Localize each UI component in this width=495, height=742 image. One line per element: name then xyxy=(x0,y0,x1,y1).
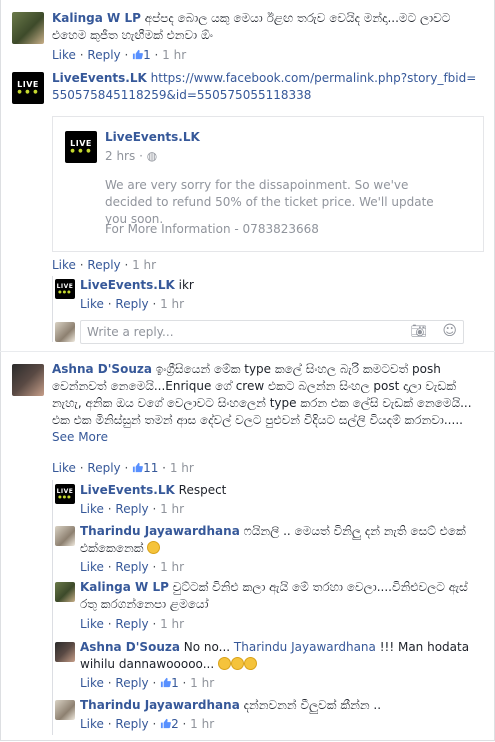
like-link[interactable]: Like xyxy=(80,617,104,631)
reply-link[interactable]: Reply xyxy=(115,560,148,574)
reply-text: ikr xyxy=(178,278,194,292)
reply-link[interactable]: Reply xyxy=(115,297,148,311)
avatar[interactable] xyxy=(12,364,44,396)
author-name[interactable]: LiveEvents.LK xyxy=(80,483,175,497)
comment-actions: Like · Reply · 1 · 1 hr xyxy=(52,48,187,62)
smile-emoji-icon xyxy=(147,541,161,554)
thread-line xyxy=(52,276,53,342)
post-info: For More Information - 0783823668 xyxy=(105,222,319,236)
mention-link[interactable]: Tharindu Jayawardhana xyxy=(234,640,376,654)
reply: Kalinga W LP චුට්ටක් විනිළු කලා ඇයි මේ ත… xyxy=(80,579,470,613)
author-name[interactable]: Tharindu Jayawardhana xyxy=(80,698,240,712)
timestamp[interactable]: 1 hr xyxy=(162,48,186,62)
reply-text: Respect xyxy=(178,483,227,497)
post-text: We are very sorry for the dissapoinment.… xyxy=(105,178,434,226)
thumbs-up-icon xyxy=(160,718,172,729)
reply-link[interactable]: Reply xyxy=(87,48,120,62)
thumbs-up-icon xyxy=(160,677,172,688)
like-link[interactable]: Like xyxy=(80,717,104,731)
laughing-emoji-icon xyxy=(243,657,257,670)
comment: LiveEvents.LK https://www.facebook.com/p… xyxy=(52,70,482,104)
laughing-emoji-icon xyxy=(217,657,231,670)
timestamp[interactable]: 1 hr xyxy=(160,502,184,516)
reply: LiveEvents.LK Respect xyxy=(80,482,226,499)
thread-line xyxy=(52,480,53,735)
like-link[interactable]: Like xyxy=(52,48,76,62)
author-name[interactable]: Tharindu Jayawardhana xyxy=(80,524,240,538)
like-link[interactable]: Like xyxy=(52,258,76,272)
see-more-link[interactable]: See More xyxy=(52,430,108,444)
thumbs-up-icon xyxy=(132,49,144,60)
author-name[interactable]: Kalinga W LP xyxy=(80,580,169,594)
timestamp[interactable]: 2 hrs · ◍ xyxy=(105,149,157,163)
author-name[interactable]: LiveEvents.LK xyxy=(52,71,147,85)
timestamp[interactable]: 1 hr xyxy=(170,461,194,475)
reply-actions: Like · Reply · 1 hr xyxy=(80,560,185,574)
reply-actions: Like · Reply · 1 · 1 hr xyxy=(80,676,215,690)
avatar[interactable] xyxy=(12,12,44,44)
like-count[interactable]: 2 xyxy=(160,717,179,731)
avatar[interactable] xyxy=(55,526,75,546)
author-name[interactable]: Kalinga W LP xyxy=(52,11,141,25)
shared-post-preview[interactable]: LIVE ● ● ● LiveEvents.LK 2 hrs · ◍ We are… xyxy=(52,116,484,252)
like-link[interactable]: Like xyxy=(80,502,104,516)
like-link[interactable]: Like xyxy=(80,676,104,690)
emoji-icon[interactable]: ☺ xyxy=(442,323,457,339)
author-name[interactable]: Ashna D'Souza xyxy=(52,362,152,376)
reply-actions: Like · Reply · 1 hr xyxy=(80,297,185,311)
reply-link[interactable]: Reply xyxy=(87,461,120,475)
like-count[interactable]: 1 xyxy=(160,676,179,690)
reply-link[interactable]: Reply xyxy=(115,502,148,516)
author-name[interactable]: LiveEvents.LK xyxy=(80,278,175,292)
like-count[interactable]: 11 xyxy=(132,461,158,475)
avatar: LIVE ● ● ● xyxy=(65,131,97,163)
my-avatar xyxy=(55,322,75,342)
timestamp[interactable]: 1 hr xyxy=(190,676,214,690)
divider xyxy=(0,351,495,352)
reply-input[interactable]: Write a reply... 📷︎ ☺ xyxy=(80,320,464,344)
reply-actions: Like · Reply · 1 hr xyxy=(80,617,185,631)
thumbs-up-icon xyxy=(132,462,144,473)
like-link[interactable]: Like xyxy=(80,297,104,311)
author-name[interactable]: Ashna D'Souza xyxy=(80,640,180,654)
like-link[interactable]: Like xyxy=(80,560,104,574)
avatar[interactable]: LIVE ●●● xyxy=(55,279,75,299)
timestamp[interactable]: 1 hr xyxy=(160,617,184,631)
reply-link[interactable]: Reply xyxy=(115,617,148,631)
globe-icon: ◍ xyxy=(146,149,158,163)
reply-link[interactable]: Reply xyxy=(115,717,148,731)
reply: Tharindu Jayawardhana ෆයිනලි .. මෙයත් වි… xyxy=(80,523,470,557)
reply-link[interactable]: Reply xyxy=(87,258,120,272)
avatar[interactable]: LIVE ●●● xyxy=(55,484,75,504)
timestamp[interactable]: 1 hr xyxy=(132,258,156,272)
avatar[interactable]: LIVE ● ● ● xyxy=(12,72,44,104)
reply-link[interactable]: Reply xyxy=(115,676,148,690)
reply-text: No no... xyxy=(183,640,231,654)
reply: LiveEvents.LK ikr xyxy=(80,277,194,294)
timestamp[interactable]: 1 hr xyxy=(160,560,184,574)
reply: Tharindu Jayawardhana දන්නවනන් වීලුවක් ක… xyxy=(80,697,470,714)
like-count[interactable]: 1 xyxy=(132,48,151,62)
avatar[interactable] xyxy=(55,700,75,720)
reply-actions: Like · Reply · 1 hr xyxy=(80,502,185,516)
comment: Kalinga W LP අප්පද බොල යකු මෙයා ඊළඟ තරුව… xyxy=(52,10,482,44)
comment: Ashna D'Souza ඉංග්‍රීසියෙන් මේක type කලේ… xyxy=(52,361,482,446)
reply-actions: Like · Reply · 2 · 1 hr xyxy=(80,717,215,731)
reply-text: දන්නවනන් වීලුවක් කීන්න .. xyxy=(243,698,382,712)
avatar[interactable] xyxy=(55,642,75,662)
timestamp[interactable]: 1 hr xyxy=(160,297,184,311)
comment-actions: Like · Reply · 1 hr xyxy=(52,258,157,272)
reply: Ashna D'Souza No no... Tharindu Jayaward… xyxy=(80,639,470,673)
comment-actions: Like · Reply · 11 · 1 hr xyxy=(52,461,194,475)
timestamp[interactable]: 1 hr xyxy=(190,717,214,731)
like-link[interactable]: Like xyxy=(52,461,76,475)
author-name[interactable]: LiveEvents.LK xyxy=(105,130,200,144)
avatar[interactable] xyxy=(55,582,75,602)
laughing-emoji-icon xyxy=(230,657,244,670)
camera-icon[interactable]: 📷︎ xyxy=(410,324,427,339)
